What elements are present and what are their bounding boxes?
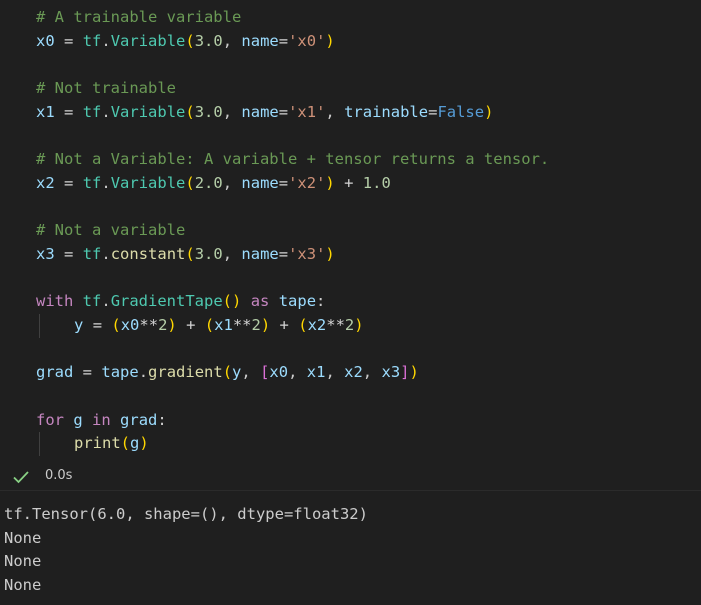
- code-line[interactable]: x2 = tf.Variable(2.0, name='x2') + 1.0: [36, 172, 701, 196]
- check-icon: [13, 471, 29, 484]
- code-line[interactable]: [36, 267, 701, 291]
- code-cell[interactable]: # A trainable variable x0 = tf.Variable(3…: [0, 0, 701, 490]
- code-editor[interactable]: # A trainable variable x0 = tf.Variable(3…: [36, 6, 701, 456]
- code-line[interactable]: y = (x0**2) + (x1**2) + (x2**2): [36, 313, 701, 338]
- execution-time: 0.0s: [45, 468, 73, 483]
- code-line[interactable]: [36, 196, 701, 220]
- output-line: tf.Tensor(6.0, shape=(), dtype=float32): [4, 505, 368, 523]
- code-line[interactable]: [36, 53, 701, 77]
- code-line[interactable]: grad = tape.gradient(y, [x0, x1, x2, x3]…: [36, 361, 701, 385]
- code-line[interactable]: x1 = tf.Variable(3.0, name='x1', trainab…: [36, 101, 701, 125]
- code-line[interactable]: # Not trainable: [36, 77, 701, 101]
- output-line: None: [4, 575, 42, 594]
- code-line[interactable]: with tf.GradientTape() as tape:: [36, 290, 701, 314]
- code-line[interactable]: x0 = tf.Variable(3.0, name='x0'): [36, 30, 701, 54]
- output-line: None: [4, 528, 42, 547]
- code-line[interactable]: x3 = tf.constant(3.0, name='x3'): [36, 243, 701, 267]
- code-line[interactable]: # Not a variable: [36, 219, 701, 243]
- code-line[interactable]: # Not a Variable: A variable + tensor re…: [36, 148, 701, 172]
- execution-status: 0.0s: [0, 466, 701, 488]
- code-line[interactable]: [36, 385, 701, 409]
- code-line[interactable]: print(g): [36, 432, 701, 456]
- code-line[interactable]: # A trainable variable: [36, 6, 701, 30]
- code-line[interactable]: [36, 124, 701, 148]
- code-line[interactable]: for g in grad:: [36, 409, 701, 433]
- output-line: None: [4, 552, 42, 571]
- cell-output: tf.Tensor(6.0, shape=(), dtype=float32) …: [0, 491, 701, 605]
- code-line[interactable]: [36, 338, 701, 362]
